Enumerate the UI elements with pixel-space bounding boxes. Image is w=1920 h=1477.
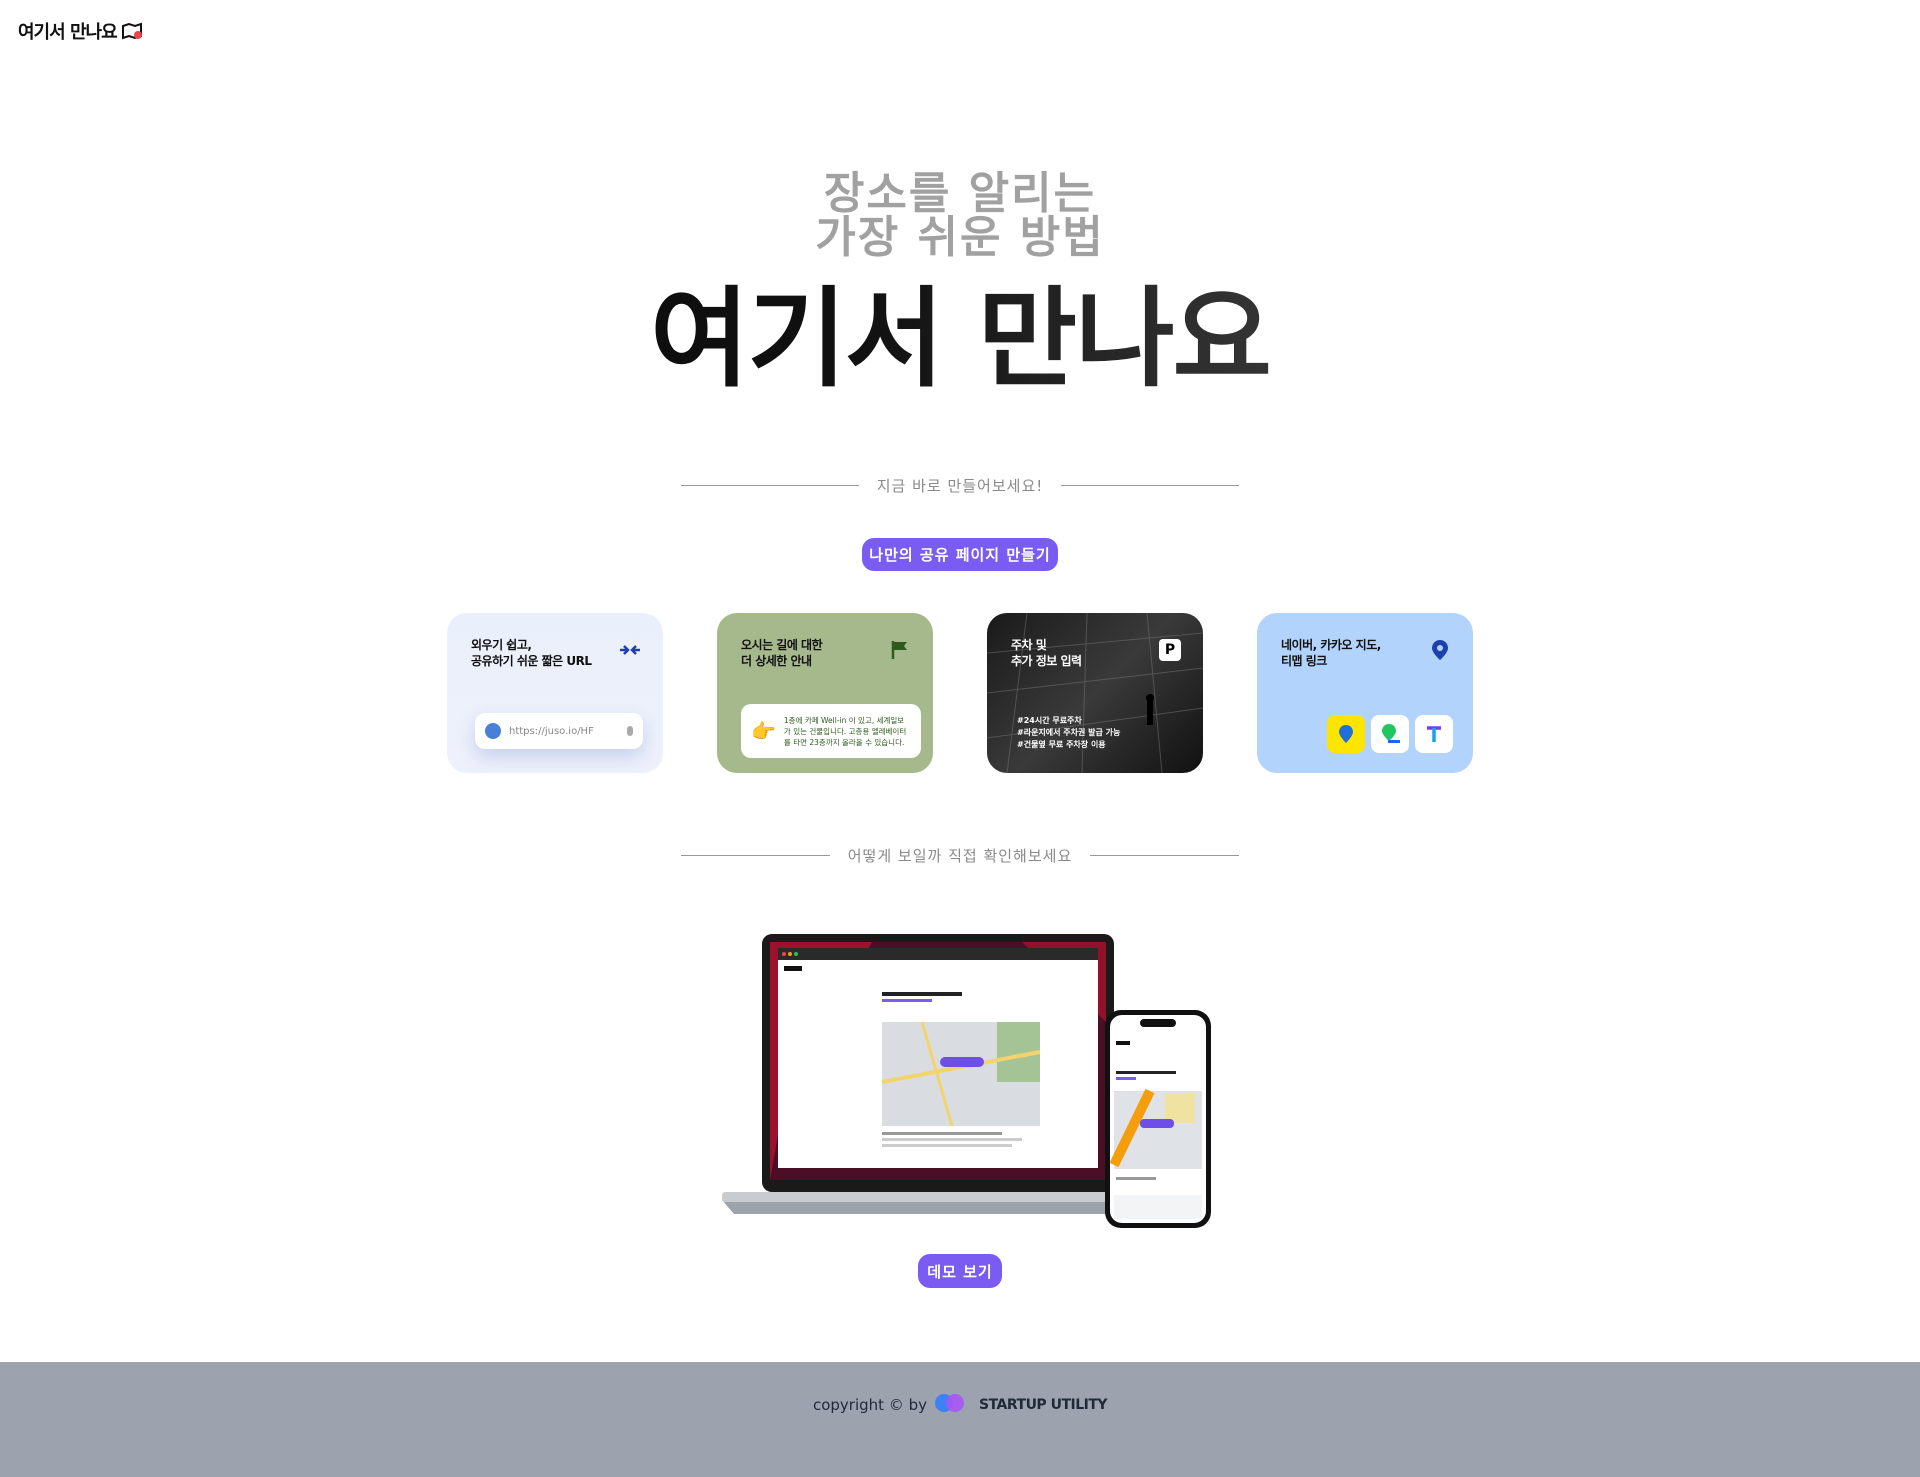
hero-subtitle-line2: 가장 쉬운 방법 — [815, 212, 1105, 263]
feature-card-title: 외우기 쉽고, 공유하기 쉬운 짧은 URL — [471, 638, 592, 668]
phone-mockup — [1105, 1010, 1211, 1228]
url-preview-bar: https://juso.io/HF — [475, 713, 643, 749]
compass-icon — [485, 723, 501, 739]
site-logo[interactable]: 여기서 만나요 — [18, 18, 143, 44]
divider-line — [1090, 854, 1240, 856]
hero-subtitle: 장소를 알리는 가장 쉬운 방법 — [0, 172, 1920, 260]
footer: copyright © by STARTUP UTILITY — [0, 1362, 1920, 1477]
tmap-icon — [1415, 715, 1453, 753]
map-app-icons — [1327, 715, 1453, 753]
feature-card-map-links: 네이버, 카카오 지도, 티맵 링크 — [1257, 613, 1473, 773]
parking-info-text: #24시간 무료주차 #라운지에서 주차권 발급 가능 #건물옆 무료 주차장 … — [1017, 716, 1121, 749]
laptop-mockup — [722, 932, 1154, 1218]
map-pin-icon — [1429, 639, 1451, 661]
create-divider: 지금 바로 만들어보세요! — [681, 475, 1239, 495]
map-book-icon — [121, 21, 143, 41]
brand-name[interactable]: STARTUP UTILITY — [979, 1397, 1108, 1413]
feature-card-title: 오시는 길에 대한 더 상세한 안내 — [741, 638, 823, 668]
create-share-page-button[interactable]: 나만의 공유 페이지 만들기 — [862, 538, 1058, 571]
create-divider-text: 지금 바로 만들어보세요! — [876, 476, 1044, 495]
startup-utility-logo-icon — [933, 1392, 967, 1418]
hero-title: 여기서 만나요 — [0, 282, 1920, 398]
feature-card-directions: 오시는 길에 대한 더 상세한 안내 👉 1층에 카페 Well-in 이 있고… — [717, 613, 933, 773]
directions-text: 1층에 카페 Well-in 이 있고, 세계일보가 있는 건물입니다. 고층용… — [783, 715, 907, 747]
directions-bubble: 👉 1층에 카페 Well-in 이 있고, 세계일보가 있는 건물입니다. 고… — [741, 704, 921, 758]
parking-icon: P — [1159, 639, 1181, 661]
demo-divider: 어떻게 보일까 직접 확인해보세요 — [681, 845, 1240, 865]
mic-icon — [627, 726, 633, 736]
naver-map-icon — [1371, 715, 1409, 753]
compress-arrows-icon — [619, 639, 641, 661]
divider-line — [1061, 484, 1239, 486]
footer-credits: copyright © by STARTUP UTILITY — [0, 1392, 1920, 1418]
feature-card-parking: 주차 및 추가 정보 입력 P #24시간 무료주차 #라운지에서 주차권 발급… — [987, 613, 1203, 773]
hero-subtitle-line1: 장소를 알리는 — [823, 168, 1097, 219]
demo-button[interactable]: 데모 보기 — [918, 1254, 1002, 1288]
divider-line — [681, 854, 830, 856]
flag-icon — [889, 639, 911, 661]
feature-card-short-url: 외우기 쉽고, 공유하기 쉬운 짧은 URL https://juso.io/H… — [447, 613, 663, 773]
feature-card-title: 네이버, 카카오 지도, 티맵 링크 — [1281, 638, 1381, 668]
pointing-hand-icon: 👉 — [751, 719, 776, 743]
feature-card-title: 주차 및 추가 정보 입력 — [1011, 638, 1082, 668]
divider-line — [681, 484, 859, 486]
kakao-map-icon — [1327, 715, 1365, 753]
url-preview-text: https://juso.io/HF — [509, 725, 594, 737]
demo-divider-text: 어떻게 보일까 직접 확인해보세요 — [847, 846, 1073, 865]
logo-text: 여기서 만나요 — [18, 22, 118, 43]
copyright-text: copyright © by — [812, 1396, 927, 1414]
